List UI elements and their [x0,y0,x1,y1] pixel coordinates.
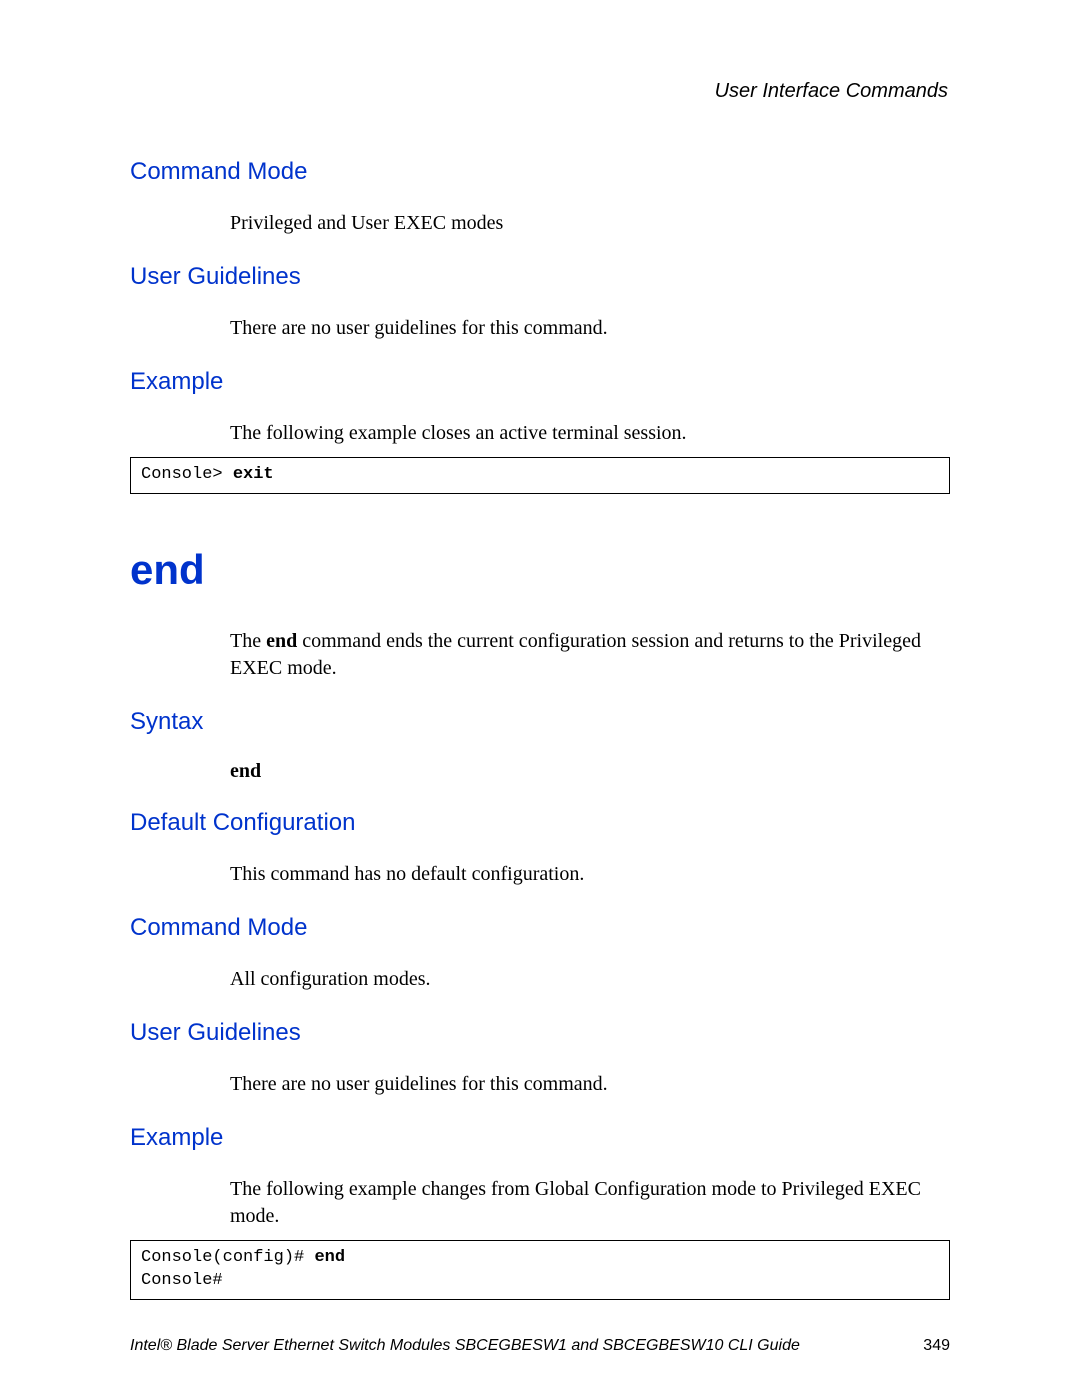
heading-default-config: Default Configuration [130,809,950,837]
text-syntax: end [230,760,950,783]
text-span-bold: end [266,630,297,652]
text-command-mode-1: Privileged and User EXEC modes [230,210,950,237]
footer-title: Intel® Blade Server Ethernet Switch Modu… [130,1337,800,1355]
code-command: end [314,1248,345,1267]
text-span: The [230,630,266,652]
page-footer: Intel® Blade Server Ethernet Switch Modu… [0,1337,1080,1355]
footer-page-number: 349 [923,1337,950,1355]
text-example-2: The following example changes from Globa… [230,1176,950,1230]
text-user-guidelines-1: There are no user guidelines for this co… [230,315,950,342]
code-block-exit: Console> exit [130,457,950,494]
heading-command-mode-1: Command Mode [130,158,950,186]
heading-example-1: Example [130,368,950,396]
heading-syntax: Syntax [130,708,950,736]
text-user-guidelines-2: There are no user guidelines for this co… [230,1071,950,1098]
code-output: Console# [141,1271,223,1290]
text-command-mode-2: All configuration modes. [230,966,950,993]
heading-user-guidelines-1: User Guidelines [130,263,950,291]
chapter-label: User Interface Commands [130,80,948,103]
heading-command-mode-2: Command Mode [130,914,950,942]
code-block-end: Console(config)# end Console# [130,1240,950,1300]
heading-user-guidelines-2: User Guidelines [130,1019,950,1047]
text-default-config: This command has no default configuratio… [230,861,950,888]
text-span: command ends the current configuration s… [230,630,921,679]
code-command: exit [233,465,274,484]
heading-end: end [130,546,950,594]
code-prompt: Console(config)# [141,1248,314,1267]
text-end-intro: The end command ends the current configu… [230,628,950,682]
code-prompt: Console> [141,465,233,484]
text-example-1: The following example closes an active t… [230,420,950,447]
heading-example-2: Example [130,1124,950,1152]
